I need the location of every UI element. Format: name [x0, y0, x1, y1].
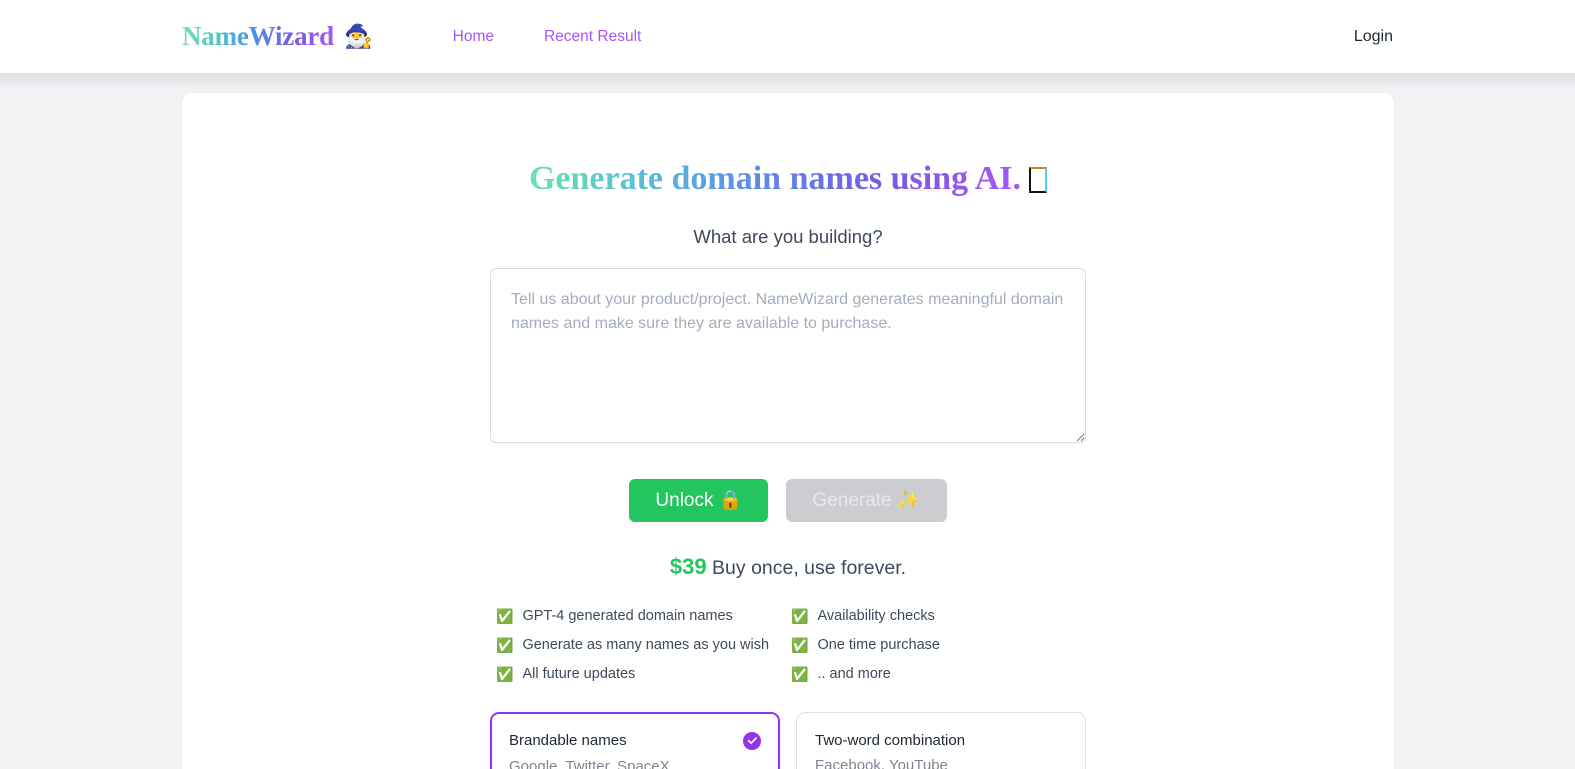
page-title: Generate domain names using AI.	[490, 159, 1086, 200]
style-option-examples: Facebook, YouTube	[815, 756, 948, 769]
check-icon: ✅	[496, 607, 514, 624]
feature-label: Availability checks	[817, 607, 935, 624]
selected-check-icon	[743, 731, 761, 750]
style-option-title: Two-word combination	[815, 731, 966, 749]
unlock-button[interactable]: Unlock 🔒	[629, 478, 769, 522]
price-amount: $39	[669, 553, 707, 579]
check-icon: ✅	[791, 636, 809, 653]
action-button-row: Unlock 🔒 Generate ✨	[490, 478, 1086, 522]
prompt-input[interactable]	[490, 267, 1086, 443]
feature-item: ✅ Availability checks	[791, 608, 1086, 624]
pricing-line: $39 Buy once, use forever.	[490, 554, 1086, 580]
main-card: Generate domain names using AI. What are…	[182, 93, 1394, 769]
feature-label: All future updates	[522, 665, 636, 682]
header-shadow	[0, 72, 1575, 90]
style-option-list: Brandable names Google, Twitter, SpaceX …	[490, 711, 1086, 769]
brand-name: NameWizard	[182, 21, 334, 51]
feature-column-left: ✅ GPT-4 generated domain names ✅ Generat…	[496, 608, 791, 682]
style-option-brandable-names[interactable]: Brandable names Google, Twitter, SpaceX	[490, 711, 780, 769]
check-icon: ✅	[791, 607, 809, 624]
style-option-examples: Google, Twitter, SpaceX	[509, 757, 670, 769]
page-title-text: Generate domain names using AI.	[528, 160, 1022, 197]
brand-logo[interactable]: NameWizard 🧙‍♂️	[182, 21, 373, 52]
style-option-header: Brandable names	[509, 731, 761, 750]
feature-list: ✅ GPT-4 generated domain names ✅ Generat…	[490, 608, 1086, 682]
feature-label: Generate as many names as you wish	[522, 636, 770, 653]
main-nav: Home Recent Result	[453, 28, 642, 46]
card-inner: Generate domain names using AI. What are…	[490, 159, 1086, 769]
feature-item: ✅ .. and more	[791, 666, 1086, 682]
feature-label: .. and more	[817, 665, 891, 682]
generate-button[interactable]: Generate ✨	[786, 478, 947, 522]
wizard-emoji-icon: 🧙‍♂️	[343, 23, 373, 49]
style-option-title: Brandable names	[509, 732, 627, 750]
style-option-header: Two-word combination	[815, 732, 1067, 749]
feature-item: ✅ One time purchase	[791, 637, 1086, 653]
price-tagline: Buy once, use forever.	[712, 556, 907, 579]
nav-link-recent-result[interactable]: Recent Result	[544, 28, 641, 46]
feature-item: ✅ GPT-4 generated domain names	[496, 608, 791, 624]
login-button[interactable]: Login	[1354, 28, 1393, 46]
nav-link-home[interactable]: Home	[453, 28, 494, 46]
prompt-label: What are you building?	[693, 225, 883, 247]
feature-item: ✅ Generate as many names as you wish	[496, 637, 791, 653]
style-option-two-word-combination[interactable]: Two-word combination Facebook, YouTube	[796, 711, 1086, 769]
check-icon: ✅	[496, 665, 514, 682]
missing-glyph-box-icon	[1029, 167, 1048, 193]
page-body: Generate domain names using AI. What are…	[0, 73, 1575, 769]
site-header: NameWizard 🧙‍♂️ Home Recent Result Login	[0, 0, 1575, 73]
check-icon: ✅	[791, 665, 809, 682]
feature-column-right: ✅ Availability checks ✅ One time purchas…	[791, 608, 1086, 682]
feature-label: One time purchase	[817, 636, 940, 653]
feature-label: GPT-4 generated domain names	[522, 607, 733, 624]
feature-item: ✅ All future updates	[496, 666, 791, 682]
prompt-field-wrapper	[490, 267, 1086, 448]
check-icon: ✅	[496, 636, 514, 653]
